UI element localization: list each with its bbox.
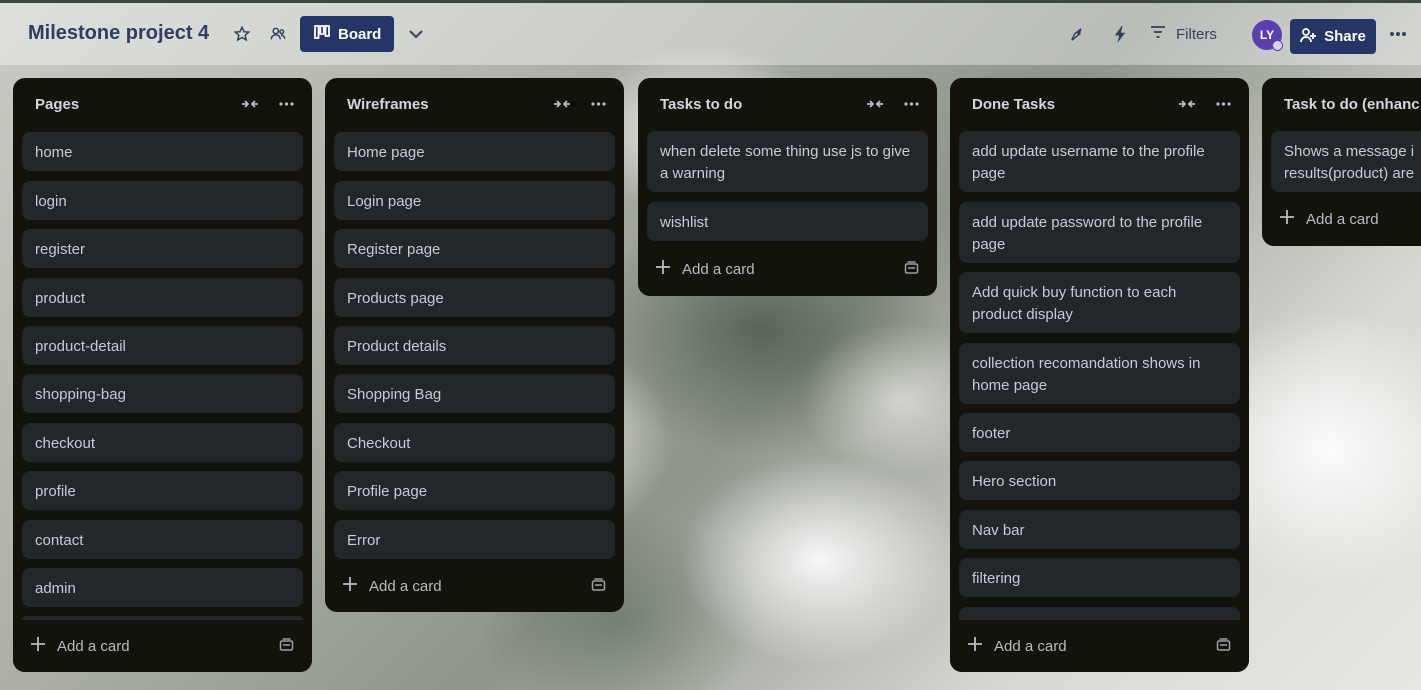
list-card[interactable]: add update username to the profile page [959, 131, 1240, 192]
more-icon[interactable] [279, 102, 294, 106]
plus-icon [1280, 210, 1294, 228]
power-ups-icon[interactable] [1064, 21, 1090, 47]
list-card[interactable]: Home page [334, 132, 615, 171]
add-card-label: Add a card [57, 637, 130, 655]
list-card[interactable]: product [22, 278, 303, 317]
card-template-icon[interactable] [904, 261, 919, 279]
list-card[interactable]: Register page [334, 229, 615, 268]
filters-label: Filters [1176, 25, 1217, 43]
list-card[interactable]: Products page [334, 278, 615, 317]
plus-icon [968, 637, 982, 655]
filters-button[interactable]: Filters [1150, 16, 1217, 52]
list-card[interactable]: home [22, 132, 303, 171]
share-label: Share [1324, 28, 1366, 45]
list-card[interactable]: Nav bar [959, 510, 1240, 549]
plus-icon [343, 577, 357, 595]
list-card[interactable]: Add quick buy function to each product d… [959, 272, 1240, 333]
workspace-visibility-icon[interactable] [265, 21, 291, 47]
list-card[interactable]: add update password to the profile page [959, 202, 1240, 263]
star-icon[interactable] [229, 21, 255, 47]
list-header: Tasks to do [638, 78, 937, 130]
list-title[interactable]: Pages [35, 96, 79, 113]
filter-icon [1150, 25, 1166, 43]
card-template-icon[interactable] [279, 638, 294, 656]
list-card-partial [959, 607, 1240, 621]
plus-icon [31, 637, 45, 655]
list-card-text: Shows a message i results(product) are [1284, 143, 1415, 182]
list-card[interactable]: Error [334, 520, 615, 559]
list-card[interactable]: Shopping Bag [334, 374, 615, 413]
more-icon[interactable] [591, 102, 606, 106]
add-card-button[interactable]: Add a card [656, 257, 919, 281]
list-title[interactable]: Done Tasks [972, 96, 1055, 113]
list-task-to-do-enhancement: Task to do (enhanc Shows a message i res… [1262, 78, 1421, 246]
more-icon[interactable] [904, 102, 919, 106]
list-card[interactable]: Login page [334, 181, 615, 220]
list-card[interactable]: collection recomandation shows in home p… [959, 343, 1240, 404]
collapse-icon[interactable] [866, 98, 884, 110]
add-card-button[interactable]: Add a card [1280, 207, 1421, 231]
board-view-label: Board [338, 25, 382, 43]
add-card-label: Add a card [1306, 210, 1379, 228]
list-card[interactable]: shopping-bag [22, 374, 303, 413]
share-button[interactable]: Share [1290, 19, 1376, 54]
board-view-button[interactable]: Board [300, 16, 394, 52]
admin-badge-icon [1272, 40, 1283, 51]
add-card-button[interactable]: Add a card [968, 634, 1231, 658]
list-card[interactable]: profile [22, 471, 303, 510]
add-person-icon [1300, 27, 1317, 47]
list-title[interactable]: Task to do (enhanc [1284, 96, 1420, 113]
board-icon [314, 25, 330, 43]
list-header: Task to do (enhanc [1262, 78, 1421, 130]
list-done-tasks: Done Tasks add update username to the pr… [950, 78, 1249, 672]
list-card[interactable]: Checkout [334, 423, 615, 462]
list-card[interactable]: when delete some thing use js to give a … [647, 131, 928, 192]
card-template-icon[interactable] [1216, 638, 1231, 656]
automation-icon[interactable] [1107, 21, 1133, 47]
add-card-button[interactable]: Add a card [31, 634, 294, 658]
list-card[interactable]: admin [22, 568, 303, 607]
more-icon[interactable] [1385, 21, 1411, 47]
add-card-button[interactable]: Add a card [343, 574, 606, 598]
list-card[interactable]: product-detail [22, 326, 303, 365]
board-title[interactable]: Milestone project 4 [28, 22, 209, 45]
list-title[interactable]: Tasks to do [660, 96, 742, 113]
chevron-down-icon[interactable] [403, 21, 429, 47]
list-card[interactable]: Shows a message i results(product) are [1271, 131, 1421, 192]
list-title[interactable]: Wireframes [347, 96, 429, 113]
list-header: Wireframes [325, 78, 624, 130]
more-icon[interactable] [1216, 102, 1231, 106]
list-tasks-to-do: Tasks to do when delete some thing use j… [638, 78, 937, 296]
list-card[interactable]: filtering [959, 558, 1240, 597]
card-template-icon[interactable] [591, 578, 606, 596]
list-card[interactable]: login [22, 181, 303, 220]
list-card[interactable]: Product details [334, 326, 615, 365]
list-card[interactable]: register [22, 229, 303, 268]
add-card-label: Add a card [682, 260, 755, 278]
collapse-icon[interactable] [553, 98, 571, 110]
board-header: Milestone project 4 Board Filters LY Sha… [0, 3, 1421, 65]
list-pages: Pages home login register product produc… [13, 78, 312, 672]
list-card[interactable]: Profile page [334, 471, 615, 510]
list-card[interactable]: wishlist [647, 202, 928, 241]
list-card[interactable]: footer [959, 413, 1240, 452]
list-header: Done Tasks [950, 78, 1249, 130]
add-card-label: Add a card [994, 637, 1067, 655]
list-header: Pages [13, 78, 312, 130]
list-card[interactable]: contact [22, 520, 303, 559]
list-card[interactable]: Hero section [959, 461, 1240, 500]
list-card[interactable]: checkout [22, 423, 303, 462]
collapse-icon[interactable] [1178, 98, 1196, 110]
collapse-icon[interactable] [241, 98, 259, 110]
list-wireframes: Wireframes Home page Login page Register… [325, 78, 624, 612]
add-card-label: Add a card [369, 577, 442, 595]
plus-icon [656, 260, 670, 278]
